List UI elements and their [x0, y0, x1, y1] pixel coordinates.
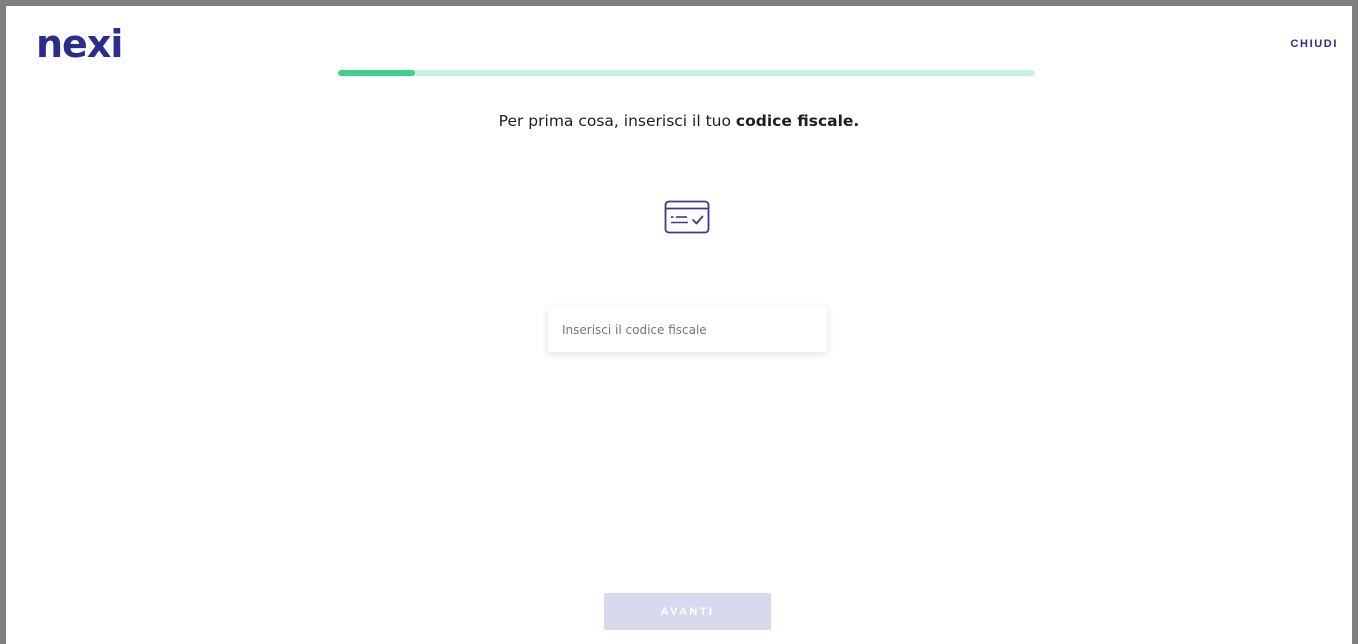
- app-window: nexi CHIUDI Per prima cosa, inserisci il…: [0, 0, 1358, 644]
- tax-code-input[interactable]: [548, 307, 827, 352]
- page-title-emphasis: codice fiscale.: [735, 112, 860, 130]
- progress-bar: [338, 70, 1035, 76]
- next-button[interactable]: AVANTI: [604, 593, 771, 630]
- nexi-logo: nexi: [36, 22, 123, 66]
- tax-code-field-container: [548, 307, 827, 352]
- page-title-text: Per prima cosa, inserisci il tuo: [498, 112, 736, 130]
- close-button[interactable]: CHIUDI: [1291, 38, 1339, 50]
- progress-bar-fill: [338, 70, 415, 76]
- page-title: Per prima cosa, inserisci il tuo codice …: [6, 112, 1352, 130]
- id-card-check-icon: [664, 200, 710, 234]
